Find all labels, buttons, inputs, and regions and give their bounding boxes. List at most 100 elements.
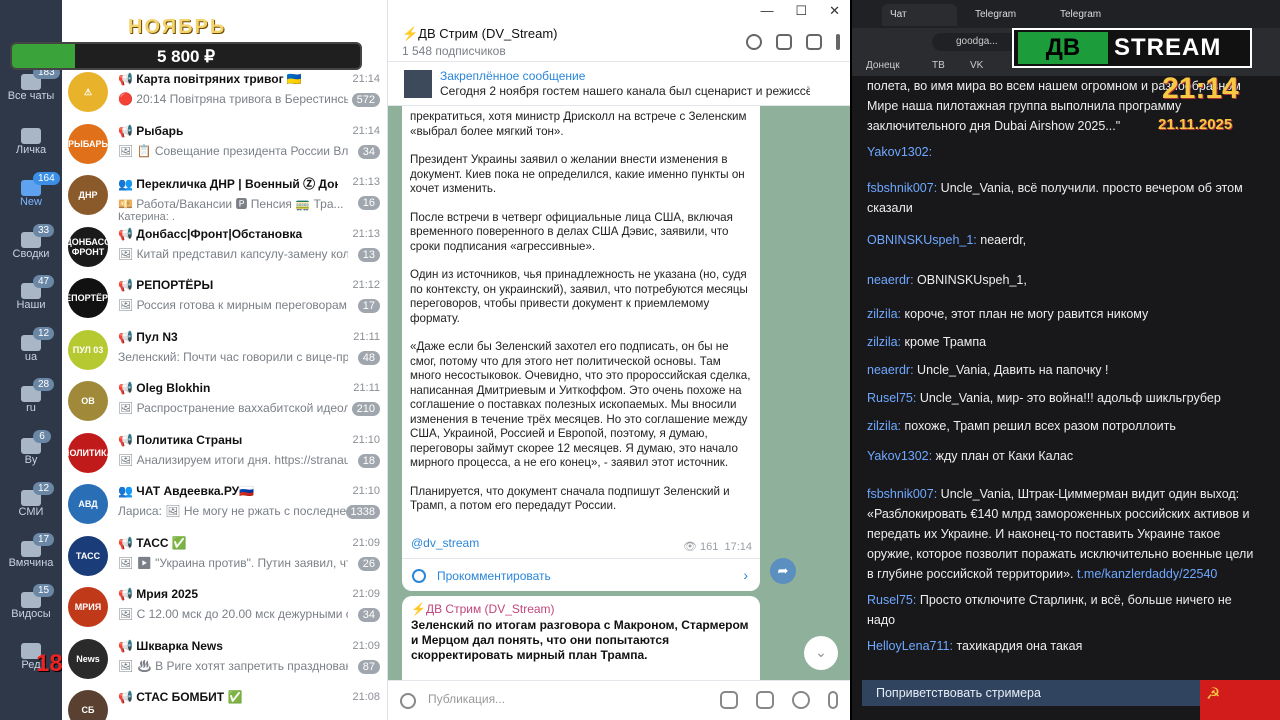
chat-avatar: OB (68, 381, 108, 421)
bookmark-donetsk[interactable]: Донецк (866, 60, 900, 71)
chat-text: кроме Трампа (904, 335, 987, 349)
sidebar-icon[interactable] (806, 34, 822, 50)
minimize-icon[interactable]: — (760, 3, 773, 19)
donation-goal-overlay: НОЯБРЬ 5 800 ₽ (8, 14, 364, 72)
chat-row[interactable]: ТАСС 📢 ТАСС ✅ 21:09 🖼 ▶ "Украина против". П… (62, 532, 387, 583)
chat-row[interactable]: ПОЛИТИКА 📢 Политика Страны 21:10 🖼 Анализир… (62, 429, 387, 480)
chat-time: 21:14 (352, 73, 380, 85)
nav-item-by[interactable]: 6 By (0, 430, 62, 466)
comment-button[interactable]: Прокомментировать › (402, 558, 760, 591)
stream-chat-message: Yakov1302: жду план от Каки Калас (867, 446, 1257, 466)
chat-row[interactable]: МРИЯ 📢 Мрия 2025 21:09 🖼 С 12.00 мск до 20.… (62, 583, 387, 634)
overlay-date: 21.11.2025 (1158, 116, 1233, 133)
chat-row[interactable]: ДНР 👥 Перекличка ДНР | Военный Ⓩ Донецк 21… (62, 171, 387, 223)
mic-icon[interactable] (828, 691, 838, 709)
chat-avatar: РЫБАРЬ (68, 123, 108, 164)
tab-chat[interactable]: Чат (882, 4, 957, 26)
chat-link[interactable]: t.me/kanzlerdaddy/22540 (1077, 567, 1217, 581)
chat-row[interactable]: РЫБАРЬ 📢 Рыбарь 21:14 🖼 📋 Совещание президе… (62, 120, 387, 171)
pinned-message[interactable]: Закреплённое сообщение Сегодня 2 ноября … (388, 62, 850, 106)
stream-chat-messages: полета, во имя мира во всем нашем огромн… (852, 76, 1272, 676)
chevron-right-icon: › (743, 567, 748, 583)
tab-telegram-1[interactable]: Telegram (967, 4, 1045, 26)
search-icon[interactable] (746, 34, 762, 50)
folder-sidebar: 183 Все чаты Личка 164 New 33 Сводки 47 Наши… (0, 0, 77, 720)
folder-icon (21, 128, 41, 144)
nav-item-nashi[interactable]: 47 Наши (0, 275, 62, 311)
logo-left: ДВ (1018, 32, 1108, 64)
chat-username[interactable]: Yakov1302: (867, 449, 932, 463)
stream-chat-message: zilzila: короче, этот план не могу равит… (867, 304, 1257, 324)
bookmark-vk[interactable]: VK (970, 60, 983, 71)
compose-input[interactable]: Публикация... (428, 692, 505, 706)
unread-badge: 34 (357, 608, 380, 622)
chat-username[interactable]: Rusel75: (867, 593, 916, 607)
stream-chat-message: fsbshnik007: Uncle_Vania, всё получили. … (867, 178, 1257, 218)
chat-username[interactable]: HelloyLena711: (867, 639, 953, 653)
nav-item-ru[interactable]: 28 ru (0, 378, 62, 414)
chat-text: похоже, Трамп решил всех разом потроллои… (904, 419, 1176, 433)
nav-item-vmyachina[interactable]: 17 Вмячина (0, 533, 62, 569)
attach-icon[interactable] (400, 693, 416, 709)
chat-list: ⚠ 📢 Карта повітряних тривог 🇺🇦 21:14 🔴 20:1… (62, 0, 388, 720)
flag-overlay: ☭ (1200, 680, 1280, 720)
chat-username[interactable]: fsbshnik007: (867, 181, 937, 195)
chat-title: 📢 РЕПОРТЁРЫ (118, 278, 214, 292)
chat-username[interactable]: neaerdr: (867, 273, 914, 287)
chat-username[interactable]: Yakov1302: (867, 145, 932, 159)
nav-item-svodki[interactable]: 33 Сводки (0, 224, 62, 260)
tab-telegram-2[interactable]: Telegram (1052, 4, 1130, 26)
chat-username[interactable]: OBNINSKUspeh_1: (867, 233, 977, 247)
chat-row[interactable]: ПУЛ 03 📢 Пул N3 21:11 Зеленский: Почти час … (62, 326, 387, 377)
chat-row[interactable]: ДОНБАСС ФРОНТ 📢 Донбасс|Фронт|Обстановка 2… (62, 223, 387, 274)
more-icon[interactable] (836, 34, 840, 50)
chat-username[interactable]: neaerdr: (867, 363, 914, 377)
greet-streamer-button[interactable]: Поприветствовать стримера (862, 680, 1202, 706)
chat-username[interactable]: zilzila: (867, 335, 901, 349)
nav-badge: 47 (33, 275, 55, 288)
chat-username[interactable]: zilzila: (867, 419, 901, 433)
comment-icon (412, 569, 426, 583)
channel-title[interactable]: ⚡ДВ Стрим (DV_Stream) (402, 26, 558, 42)
chat-text: Uncle_Vania, Давить на папочку ! (917, 363, 1109, 377)
nav-item-vidosy[interactable]: 15 Видосы (0, 584, 62, 620)
emoji-icon[interactable] (792, 691, 810, 709)
scroll-down-button[interactable]: ⌄ (804, 636, 838, 670)
bookmark-tv[interactable]: ТВ (932, 60, 945, 71)
post2-author[interactable]: ⚡ДВ Стрим (DV_Stream) (411, 602, 751, 616)
chat-username[interactable]: Rusel75: (867, 391, 916, 405)
nav-badge: 17 (33, 533, 55, 546)
header-actions (746, 34, 840, 50)
chat-time: 21:13 (352, 227, 380, 240)
schedule-icon[interactable] (720, 691, 738, 709)
chat-preview: 💴 Работа/Вакансии 🅿 Пенсия 🚃 Тра... (118, 197, 344, 211)
post-tag-link[interactable]: @dv_stream (411, 536, 479, 550)
chat-text: Просто отключите Старлинк, и всё, больше… (867, 593, 1232, 627)
nav-item-new[interactable]: 164 New (0, 172, 62, 208)
chat-row[interactable]: СБ 📢 СТАС БОМБИТ ✅ 21:08 (62, 686, 387, 720)
comments-icon[interactable] (776, 34, 792, 50)
forward-button[interactable]: ➦ (770, 558, 796, 584)
chat-row[interactable]: News 📢 Шкварка News 21:09 🖼 ♨ В Риге хотят … (62, 635, 387, 686)
nav-badge: 12 (33, 482, 55, 495)
bell-icon[interactable] (756, 691, 774, 709)
chat-row[interactable]: АВД 👥 ЧАТ Авдеевка.РУ🇷🇺 21:10 Лариса: 🖼 Не … (62, 480, 387, 531)
post-paragraph: После встречи в четверг официальные лица… (410, 210, 733, 253)
chat-avatar: ДНР (68, 175, 108, 215)
chat-row[interactable]: OB 📢 Oleg Blokhin 21:11 🖼 Распространение в… (62, 377, 387, 428)
nav-item-ua[interactable]: 12 ua (0, 327, 62, 363)
stream-chat-message: zilzila: похоже, Трамп решил всех разом … (867, 416, 1257, 436)
chat-avatar: ДОНБАСС ФРОНТ (68, 226, 108, 267)
chat-username[interactable]: fsbshnik007: (867, 487, 937, 501)
post-paragraph: Один из источников, чья принадлежность н… (410, 268, 748, 325)
maximize-icon[interactable]: ☐ (795, 3, 807, 19)
nav-item-all-chats[interactable]: 183 Все чаты (0, 66, 62, 102)
chat-username[interactable]: zilzila: (867, 307, 901, 321)
nav-item-smi[interactable]: 12 СМИ (0, 482, 62, 518)
chat-row[interactable]: ⚠ 📢 Карта повітряних тривог 🇺🇦 21:14 🔴 20:1… (62, 68, 387, 119)
close-icon[interactable]: ✕ (829, 3, 840, 19)
nav-item-lichka[interactable]: Личка (0, 128, 62, 156)
chat-avatar: News (68, 638, 108, 679)
chat-row[interactable]: РЕПОРТЁРЫ 📢 РЕПОРТЁРЫ 21:12 🖼 Россия готова… (62, 274, 387, 325)
chat-preview-sender: Катерина: . (118, 211, 175, 223)
